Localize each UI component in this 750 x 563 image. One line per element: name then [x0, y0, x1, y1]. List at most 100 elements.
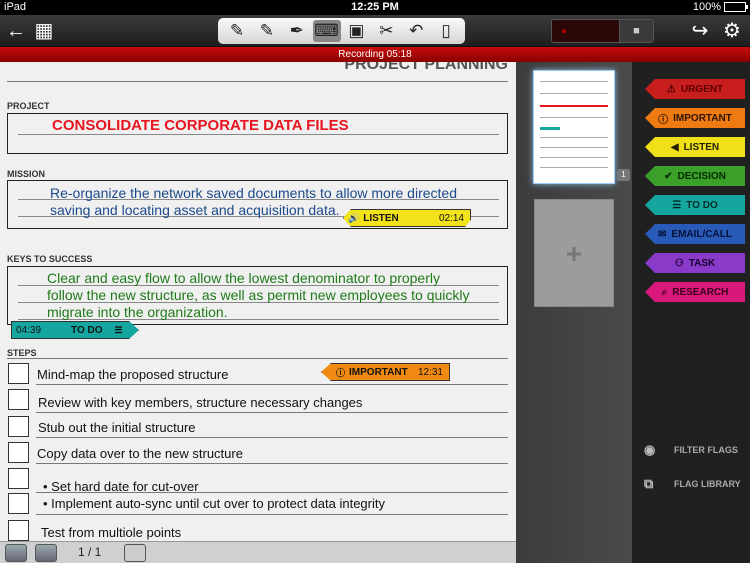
flag-research[interactable]: ⌕ RESEARCH: [645, 282, 745, 302]
flag-urgent[interactable]: ⚠ URGENT: [645, 79, 745, 99]
scissors-icon[interactable]: ✂: [372, 20, 400, 42]
project-text: CONSOLIDATE CORPORATE DATA FILES: [52, 117, 349, 134]
calligraphy-pen-icon[interactable]: ✒: [283, 20, 311, 42]
flag-icon: ✉: [658, 228, 667, 240]
previous-page-icon[interactable]: [5, 544, 27, 562]
share-icon[interactable]: ↪: [684, 15, 716, 47]
settings-gear-icon[interactable]: ⚙: [716, 15, 748, 47]
flag-icon: ◀: [670, 141, 679, 153]
keyboard-icon[interactable]: ⌨: [312, 20, 341, 42]
flag-label: TO DO: [71, 324, 103, 336]
page-icon[interactable]: ▯: [432, 20, 460, 42]
flag-icon: ⌕: [661, 286, 668, 298]
clock: 12:25 PM: [351, 1, 399, 13]
step-text: • Implement auto-sync until cut over to …: [43, 496, 385, 511]
flag-icon: ✔: [664, 170, 673, 182]
mission-label: MISSION: [7, 169, 46, 179]
duplicate-page-icon[interactable]: [35, 544, 57, 562]
steps-label: STEPS: [7, 348, 37, 358]
flag-library-label: FLAG LIBRARY: [674, 479, 741, 489]
flag-label: TO DO: [686, 199, 718, 211]
step-text: Test from multiole points: [41, 525, 182, 540]
image-icon[interactable]: ▣: [342, 20, 370, 42]
document-page[interactable]: PROJECT PLANNING PROJECT CONSOLIDATE COR…: [0, 62, 516, 563]
flag-important[interactable]: ⓘ IMPORTANT: [645, 108, 745, 128]
page-thumbnail[interactable]: [533, 70, 615, 184]
undo-icon[interactable]: ↶: [402, 20, 430, 42]
status-bar: iPad 12:25 PM 100%: [0, 0, 750, 15]
step-checkbox[interactable]: [8, 520, 29, 541]
flag-time: 04:39: [16, 324, 42, 336]
filter-flags-label: FILTER FLAGS: [674, 445, 738, 455]
flag-decision[interactable]: ✔ DECISION: [645, 166, 745, 186]
recording-banner[interactable]: Recording 05:18: [0, 47, 750, 62]
flag-icon: ⓘ: [658, 114, 669, 126]
flag-library-button[interactable]: ⧉ FLAG LIBRARY: [644, 476, 741, 492]
flag-icon: ☰: [672, 199, 682, 211]
flag-time: 02:14: [438, 212, 464, 224]
step-checkbox[interactable]: [8, 416, 29, 437]
step-checkbox[interactable]: [8, 493, 29, 514]
listen-flag[interactable]: 🔊 LISTEN 02:14: [343, 209, 471, 227]
keys-line: follow the new structure, as well as per…: [47, 287, 470, 303]
flag-task[interactable]: ⚇ TASK: [645, 253, 745, 273]
mission-line: Re-organize the network saved documents …: [50, 185, 457, 201]
flag-label: IMPORTANT: [673, 112, 732, 124]
speaker-icon: 🔊: [348, 212, 360, 223]
info-icon: ⓘ: [336, 367, 346, 378]
flag-icon: ⚇: [674, 257, 684, 269]
add-page-icon[interactable]: [124, 544, 146, 562]
step-text: Copy data over to the new structure: [37, 446, 243, 461]
step-text: Stub out the initial structure: [38, 420, 196, 435]
step-checkbox[interactable]: [8, 468, 29, 489]
stop-button[interactable]: ■: [619, 20, 653, 42]
page-count: 1 / 1: [78, 545, 102, 559]
flag-label: URGENT: [680, 83, 724, 95]
tool-selector: ✎ ✎ ✒ ⌨ ▣ ✂ ↶ ▯: [218, 18, 465, 44]
highlighter-tool-icon[interactable]: ✎: [253, 20, 281, 42]
flag-email-call[interactable]: ✉ EMAIL/CALL: [645, 224, 745, 244]
flag-label: DECISION: [677, 170, 726, 182]
important-flag[interactable]: ⓘ IMPORTANT 12:31: [321, 363, 450, 381]
eye-flag-icon: ◉: [644, 442, 656, 457]
divider: [7, 81, 508, 82]
project-label: PROJECT: [7, 101, 50, 111]
flag-listen[interactable]: ◀ LISTEN: [645, 137, 745, 157]
list-icon: ☰: [114, 324, 123, 335]
step-checkbox[interactable]: [8, 363, 29, 384]
flag-label: RESEARCH: [672, 286, 729, 298]
step-text: Mind-map the proposed structure: [37, 367, 229, 382]
battery-percent: 100%: [692, 1, 721, 13]
mission-line: saving and locating asset and acquisitio…: [50, 202, 340, 218]
flag-to-do[interactable]: ☰ TO DO: [645, 195, 745, 215]
keys-label: KEYS TO SUCCESS: [7, 254, 93, 264]
keys-line: Clear and easy flow to allow the lowest …: [47, 270, 440, 286]
recording-control[interactable]: ● ■: [551, 19, 654, 43]
add-page-button[interactable]: +: [534, 199, 614, 307]
step-text: Review with key members, structure neces…: [38, 395, 363, 410]
page-sidebar: 1 +: [516, 62, 632, 563]
stack-flags-icon: ⧉: [644, 476, 654, 491]
page-title: PROJECT PLANNING: [344, 62, 508, 73]
flag-label: IMPORTANT: [349, 366, 408, 378]
flag-time: 12:31: [417, 366, 443, 378]
flag-label: TASK: [688, 257, 716, 269]
filter-flags-button[interactable]: ◉ FILTER FLAGS: [644, 442, 738, 458]
page-number-badge: 1: [617, 169, 630, 181]
flag-label: LISTEN: [683, 141, 720, 153]
record-dot-icon: ●: [561, 26, 568, 37]
page-navigator: 1 / 1: [0, 541, 516, 563]
pen-tool-icon[interactable]: ✎: [223, 20, 251, 42]
step-checkbox[interactable]: [8, 389, 29, 410]
flag-label: EMAIL/CALL: [671, 228, 732, 240]
flag-panel: ⚠ URGENT ⓘ IMPORTANT ◀ LISTEN ✔ DECISION ☰ TO DO ✉…: [632, 62, 750, 563]
battery-icon: [724, 2, 748, 12]
divider: [7, 358, 508, 359]
todo-flag[interactable]: 04:39 TO DO ☰: [11, 321, 139, 339]
step-checkbox[interactable]: [8, 442, 29, 463]
grid-icon[interactable]: ▦: [28, 15, 60, 47]
flag-label: LISTEN: [363, 212, 399, 224]
battery-indicator: 100%: [692, 1, 748, 13]
toolbar: ← ▦ ✎ ✎ ✒ ⌨ ▣ ✂ ↶ ▯ ● ■ ↪ ⚙: [0, 15, 750, 47]
flag-icon: ⚠: [666, 83, 676, 95]
